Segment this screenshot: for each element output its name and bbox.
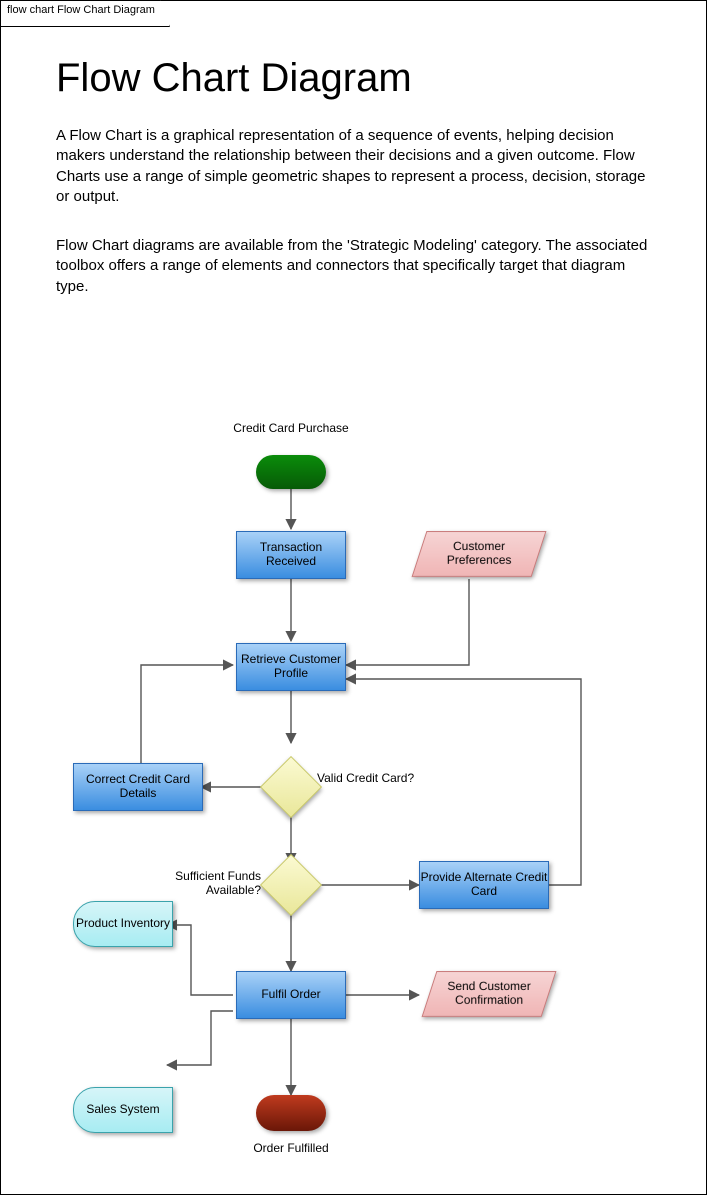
process-profile[interactable]: Retrieve Customer Profile xyxy=(236,643,346,691)
start-label: Credit Card Purchase xyxy=(226,421,356,435)
decision-valid-label: Valid Credit Card? xyxy=(317,771,427,785)
process-correct[interactable]: Correct Credit Card Details xyxy=(73,763,203,811)
label: Fulfil Order xyxy=(261,988,320,1002)
display-inventory[interactable]: Product Inventory xyxy=(73,901,173,947)
decision-funds-label: Sufficient Funds Available? xyxy=(151,869,261,897)
label: Correct Credit Card Details xyxy=(74,773,202,801)
input-preferences[interactable]: Customer Preferences xyxy=(412,531,547,577)
label: Product Inventory xyxy=(76,917,170,931)
label: Sales System xyxy=(86,1103,159,1117)
connector-layer xyxy=(1,1,707,1196)
display-sales[interactable]: Sales System xyxy=(73,1087,173,1133)
label: Transaction Received xyxy=(237,541,345,569)
process-fulfil[interactable]: Fulfil Order xyxy=(236,971,346,1019)
diagram-tab: flow chart Flow Chart Diagram xyxy=(0,0,170,27)
label: Send Customer Confirmation xyxy=(430,980,548,1008)
input-confirm[interactable]: Send Customer Confirmation xyxy=(422,971,557,1017)
process-transaction[interactable]: Transaction Received xyxy=(236,531,346,579)
label: Provide Alternate Credit Card xyxy=(420,871,548,899)
diagram-page: flow chart Flow Chart Diagram Flow Chart… xyxy=(0,0,707,1195)
end-terminator[interactable] xyxy=(256,1095,326,1131)
process-alternate[interactable]: Provide Alternate Credit Card xyxy=(419,861,549,909)
label: Retrieve Customer Profile xyxy=(237,653,345,681)
end-label: Order Fulfilled xyxy=(236,1141,346,1155)
label: Customer Preferences xyxy=(420,540,538,568)
start-terminator[interactable] xyxy=(256,455,326,489)
